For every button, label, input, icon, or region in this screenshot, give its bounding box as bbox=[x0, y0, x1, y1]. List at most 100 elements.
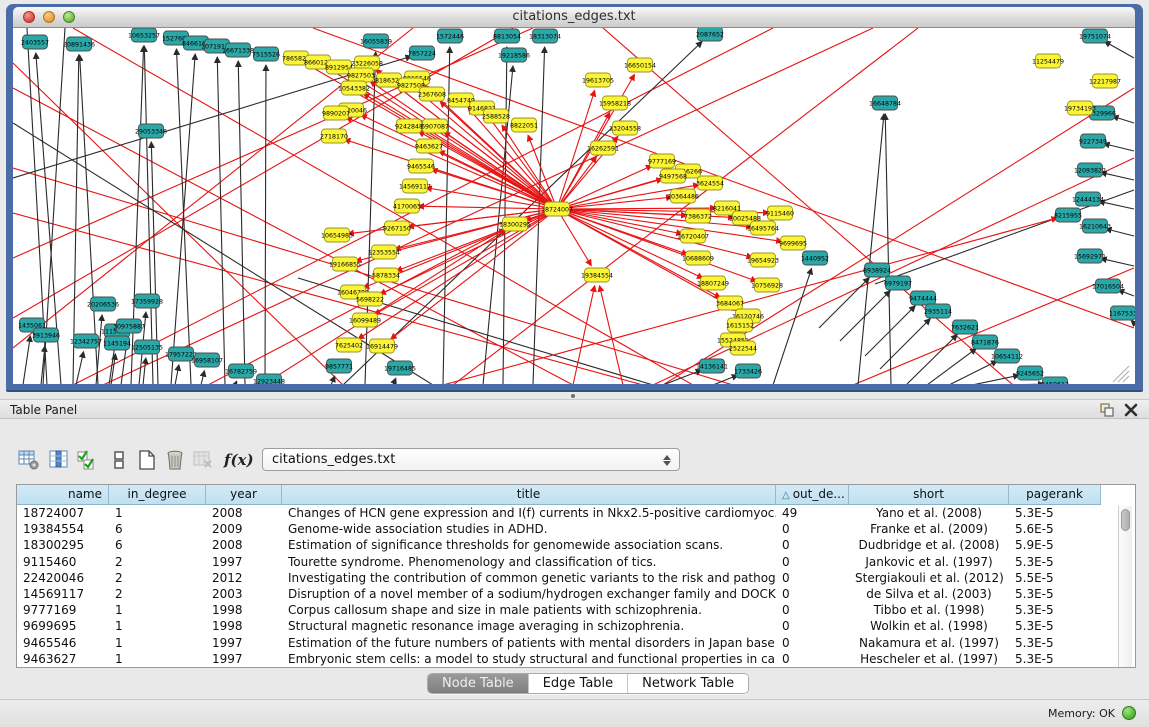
table-cell[interactable]: 2012 bbox=[206, 570, 282, 586]
table-cell[interactable]: 9465546 bbox=[17, 635, 109, 651]
table-cell[interactable]: Dudbridge et al. (2008) bbox=[849, 537, 1009, 553]
table-cell[interactable]: 2 bbox=[109, 586, 206, 602]
table-cell[interactable]: 1 bbox=[109, 635, 206, 651]
table-cell[interactable]: Disruption of a novel member of a sodium… bbox=[282, 586, 776, 602]
table-cell[interactable]: de Silva et al. (2003) bbox=[849, 586, 1009, 602]
row-height-icon[interactable] bbox=[108, 449, 130, 471]
table-cell[interactable]: 2009 bbox=[206, 521, 282, 537]
table-cell[interactable]: 1 bbox=[109, 602, 206, 618]
table-settings-icon[interactable] bbox=[18, 449, 40, 471]
table-row[interactable]: 1830029562008Estimation of significance … bbox=[17, 537, 1101, 553]
table-cell[interactable]: Embryonic stem cells: a model to study s… bbox=[282, 651, 776, 667]
table-cell[interactable]: 5.3E-5 bbox=[1009, 635, 1101, 651]
table-cell[interactable]: Changes of HCN gene expression and I(f) … bbox=[282, 505, 776, 521]
table-row[interactable]: 911546021997Tourette syndrome. Phenomeno… bbox=[17, 554, 1101, 570]
table-cell[interactable]: Franke et al. (2009) bbox=[849, 521, 1009, 537]
table-cell[interactable]: Estimation of significance thresholds fo… bbox=[282, 537, 776, 553]
table-cell[interactable]: 5.6E-5 bbox=[1009, 521, 1101, 537]
column-header-in_degree[interactable]: in_degree bbox=[109, 485, 206, 504]
table-cell[interactable]: Estimation of the future numbers of pati… bbox=[282, 635, 776, 651]
close-panel-icon[interactable] bbox=[1123, 402, 1139, 418]
select-columns-icon[interactable] bbox=[48, 449, 70, 471]
table-cell[interactable]: 5.3E-5 bbox=[1009, 554, 1101, 570]
tab-node-table[interactable]: Node Table bbox=[428, 674, 529, 693]
delete-entries-icon[interactable] bbox=[164, 449, 186, 471]
table-cell[interactable]: Nakamura et al. (1997) bbox=[849, 635, 1009, 651]
table-cell[interactable]: Tourette syndrome. Phenomenology and cla… bbox=[282, 554, 776, 570]
table-cell[interactable]: Investigating the contribution of common… bbox=[282, 570, 776, 586]
resize-grip-icon[interactable] bbox=[1123, 376, 1129, 382]
table-cell[interactable]: 9115460 bbox=[17, 554, 109, 570]
table-cell[interactable]: 9777169 bbox=[17, 602, 109, 618]
column-header-pagerank[interactable]: pagerank bbox=[1009, 485, 1101, 504]
table-cell[interactable]: 0 bbox=[776, 521, 849, 537]
table-cell[interactable]: 5.3E-5 bbox=[1009, 618, 1101, 634]
table-cell[interactable]: 5.3E-5 bbox=[1009, 651, 1101, 667]
table-cell[interactable]: 18300295 bbox=[17, 537, 109, 553]
table-cell[interactable]: 5.9E-5 bbox=[1009, 537, 1101, 553]
table-cell[interactable]: Stergiakouli et al. (2012) bbox=[849, 570, 1009, 586]
table-cell[interactable]: 0 bbox=[776, 651, 849, 667]
table-cell[interactable]: 1998 bbox=[206, 618, 282, 634]
table-cell[interactable]: 0 bbox=[776, 586, 849, 602]
select-rows-checklist-icon[interactable] bbox=[76, 449, 98, 471]
table-cell[interactable]: 0 bbox=[776, 537, 849, 553]
table-cell[interactable]: 9463627 bbox=[17, 651, 109, 667]
table-cell[interactable]: Structural magnetic resonance image aver… bbox=[282, 618, 776, 634]
table-cell[interactable]: 0 bbox=[776, 554, 849, 570]
table-cell[interactable]: Wolkin et al. (1998) bbox=[849, 618, 1009, 634]
float-panel-icon[interactable] bbox=[1099, 402, 1115, 418]
table-cell[interactable]: 1997 bbox=[206, 651, 282, 667]
network-window-titlebar[interactable]: citations_edges.txt bbox=[13, 7, 1135, 28]
table-cell[interactable]: 1 bbox=[109, 618, 206, 634]
table-cell[interactable]: 5.3E-5 bbox=[1009, 602, 1101, 618]
table-cell[interactable]: 0 bbox=[776, 602, 849, 618]
table-cell[interactable]: 5.3E-5 bbox=[1009, 586, 1101, 602]
table-cell[interactable]: 1997 bbox=[206, 554, 282, 570]
memory-status-indicator[interactable] bbox=[1122, 706, 1136, 720]
scrollbar-thumb[interactable] bbox=[1121, 509, 1130, 531]
table-row[interactable]: 977716911998Corpus callosum shape and si… bbox=[17, 602, 1101, 618]
table-cell[interactable]: 2008 bbox=[206, 537, 282, 553]
table-row[interactable]: 1872400712008Changes of HCN gene express… bbox=[17, 505, 1101, 521]
table-cell[interactable]: 19384554 bbox=[17, 521, 109, 537]
table-cell[interactable]: 6 bbox=[109, 521, 206, 537]
function-builder-icon[interactable]: f(x) bbox=[224, 449, 246, 471]
tab-edge-table[interactable]: Edge Table bbox=[529, 674, 628, 693]
table-row[interactable]: 969969511998Structural magnetic resonanc… bbox=[17, 618, 1101, 634]
table-cell[interactable]: Tibbo et al. (1998) bbox=[849, 602, 1009, 618]
citation-network-graph[interactable]: 2403557208914361065325715276078466161107… bbox=[13, 28, 1135, 384]
table-cell[interactable]: 6 bbox=[109, 537, 206, 553]
table-cell[interactable]: 9699695 bbox=[17, 618, 109, 634]
network-canvas[interactable]: 2403557208914361065325715276078466161107… bbox=[13, 28, 1135, 384]
table-cell[interactable]: 1997 bbox=[206, 635, 282, 651]
tab-network-table[interactable]: Network Table bbox=[628, 674, 748, 693]
column-header-short[interactable]: short bbox=[849, 485, 1009, 504]
column-header-out_de[interactable]: △out_de... bbox=[776, 485, 849, 504]
table-cell[interactable]: 2008 bbox=[206, 505, 282, 521]
table-cell[interactable]: 1998 bbox=[206, 602, 282, 618]
table-cell[interactable]: 0 bbox=[776, 618, 849, 634]
resize-grip-icon[interactable] bbox=[1118, 371, 1129, 382]
table-cell[interactable]: 5.3E-5 bbox=[1009, 505, 1101, 521]
table-cell[interactable]: 0 bbox=[776, 570, 849, 586]
table-cell[interactable]: 22420046 bbox=[17, 570, 109, 586]
table-cell[interactable]: Genome-wide association studies in ADHD. bbox=[282, 521, 776, 537]
delete-table-icon[interactable] bbox=[192, 449, 214, 471]
table-cell[interactable]: 18724007 bbox=[17, 505, 109, 521]
table-cell[interactable]: Yano et al. (2008) bbox=[849, 505, 1009, 521]
table-row[interactable]: 1456911722003Disruption of a novel membe… bbox=[17, 586, 1101, 602]
column-header-title[interactable]: title bbox=[282, 485, 776, 504]
table-cell[interactable]: 49 bbox=[776, 505, 849, 521]
table-select-dropdown[interactable]: citations_edges.txt bbox=[262, 448, 680, 471]
table-cell[interactable]: 2003 bbox=[206, 586, 282, 602]
table-cell[interactable]: Corpus callosum shape and size in male p… bbox=[282, 602, 776, 618]
table-row[interactable]: 1938455462009Genome-wide association stu… bbox=[17, 521, 1101, 537]
table-cell[interactable]: 2 bbox=[109, 554, 206, 570]
table-cell[interactable]: Hescheler et al. (1997) bbox=[849, 651, 1009, 667]
table-cell[interactable]: 5.5E-5 bbox=[1009, 570, 1101, 586]
table-row[interactable]: 946554611997Estimation of the future num… bbox=[17, 635, 1101, 651]
table-cell[interactable]: 14569117 bbox=[17, 586, 109, 602]
table-vertical-scrollbar[interactable] bbox=[1118, 506, 1132, 668]
table-cell[interactable]: 0 bbox=[776, 635, 849, 651]
